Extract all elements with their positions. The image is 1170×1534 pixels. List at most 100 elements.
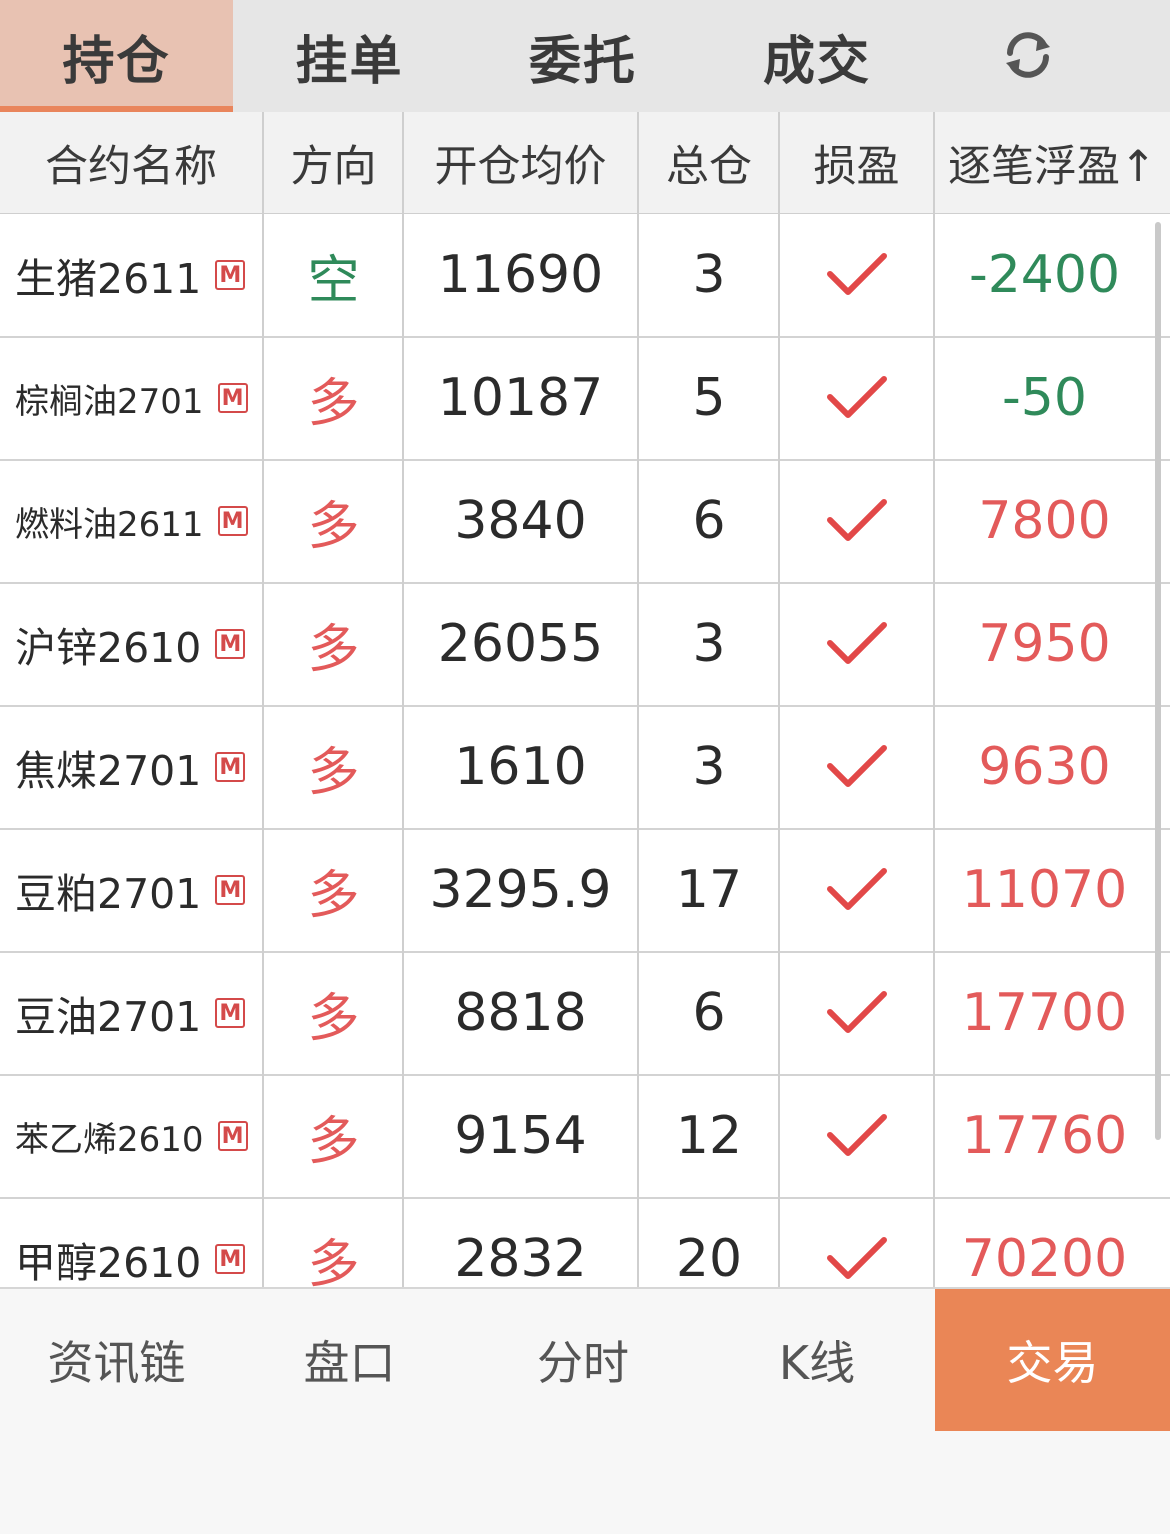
total-position: 5 — [692, 368, 726, 428]
table-row[interactable]: 苯乙烯2610 M 多 9154 12 17760 — [0, 1075, 1170, 1199]
contract-name: 生猪2611 M — [0, 214, 262, 336]
col-header-direction[interactable]: 方向 — [264, 112, 403, 213]
open-price: 8818 — [454, 983, 587, 1043]
positions-table-body[interactable]: 生猪2611 M 空 11690 3 -2400 棕榈油2701 M 多 10187 5 -50 燃料油… — [0, 214, 1170, 1287]
tab-positions[interactable]: 持仓 — [0, 0, 233, 112]
tab-orders[interactable]: 委托 — [466, 0, 700, 112]
table-row[interactable]: 豆油2701 M 多 8818 6 17700 — [0, 952, 1170, 1076]
direction: 多 — [307, 865, 360, 926]
nav-kline[interactable]: K线 — [700, 1289, 934, 1431]
nav-trade[interactable]: 交易 — [935, 1289, 1170, 1431]
open-price: 1610 — [454, 737, 587, 797]
table-row[interactable]: 燃料油2611 M 多 3840 6 7800 — [0, 460, 1170, 584]
stop-pnl-check[interactable] — [780, 1198, 933, 1287]
table-row[interactable]: 焦煤2701 M 多 1610 3 9630 — [0, 706, 1170, 830]
refresh-button[interactable] — [990, 22, 1066, 88]
open-price: 10187 — [437, 368, 604, 428]
tab-pending-orders[interactable]: 挂单 — [233, 0, 466, 112]
float-pnl: 17700 — [961, 983, 1128, 1043]
m-badge-icon: M — [217, 506, 248, 536]
table-row[interactable]: 沪锌2610 M 多 26055 3 7950 — [0, 583, 1170, 707]
tab-fills[interactable]: 成交 — [700, 0, 934, 112]
refresh-icon — [1006, 32, 1050, 78]
direction: 多 — [307, 619, 360, 680]
contract-name-text: 燃料油2611 — [15, 504, 204, 545]
open-price: 2832 — [454, 1229, 587, 1287]
col-header-open-price[interactable]: 开仓均价 — [404, 112, 637, 213]
nav-time-share[interactable]: 分时 — [466, 1289, 700, 1431]
float-pnl: -2400 — [968, 245, 1121, 305]
m-badge-icon: M — [217, 383, 248, 413]
float-pnl: 9630 — [978, 737, 1111, 797]
stop-pnl-check[interactable] — [780, 460, 933, 582]
float-pnl: -50 — [1002, 368, 1087, 428]
total-position: 17 — [675, 860, 743, 920]
m-badge-icon: M — [215, 752, 246, 782]
contract-name: 沪锌2610 M — [0, 583, 262, 705]
contract-name: 燃料油2611 M — [0, 460, 262, 582]
check-icon — [826, 376, 887, 418]
contract-name-text: 沪锌2610 — [15, 624, 202, 672]
nav-order-book[interactable]: 盘口 — [233, 1289, 466, 1431]
direction: 多 — [307, 373, 360, 434]
contract-name-text: 豆粕2701 — [15, 870, 202, 918]
direction: 多 — [307, 742, 360, 803]
nav-info-chain[interactable]: 资讯链 — [0, 1289, 233, 1431]
check-icon — [826, 868, 887, 910]
open-price: 3295.9 — [429, 860, 612, 920]
check-icon — [826, 499, 887, 541]
total-position: 12 — [675, 1106, 743, 1166]
contract-name-text: 生猪2611 — [15, 255, 202, 303]
contract-name-text: 焦煤2701 — [15, 747, 202, 795]
stop-pnl-check[interactable] — [780, 214, 933, 336]
col-header-contract[interactable]: 合约名称 — [0, 112, 262, 213]
positions-table-header: 合约名称 方向 开仓均价 总仓 损盈 逐笔浮盈↑ — [0, 112, 1170, 215]
table-row[interactable]: 豆粕2701 M 多 3295.9 17 11070 — [0, 829, 1170, 953]
open-price: 9154 — [454, 1106, 587, 1166]
m-badge-icon: M — [215, 1244, 246, 1274]
column-divider — [637, 112, 639, 1287]
contract-name: 甲醇2610 M — [0, 1198, 262, 1287]
check-icon — [826, 253, 887, 295]
direction: 空 — [307, 250, 360, 311]
total-position: 6 — [692, 491, 726, 551]
m-badge-icon: M — [217, 1121, 248, 1151]
contract-name-text: 豆油2701 — [15, 993, 202, 1041]
contract-name: 豆粕2701 M — [0, 829, 262, 951]
stop-pnl-check[interactable] — [780, 952, 933, 1074]
contract-name-text: 甲醇2610 — [15, 1239, 202, 1287]
stop-pnl-check[interactable] — [780, 1075, 933, 1197]
open-price: 26055 — [437, 614, 604, 674]
stop-pnl-check[interactable] — [780, 706, 933, 828]
open-price: 11690 — [437, 245, 604, 305]
total-position: 3 — [692, 737, 726, 797]
direction: 多 — [307, 1111, 360, 1172]
contract-name: 苯乙烯2610 M — [0, 1075, 262, 1197]
table-row[interactable]: 棕榈油2701 M 多 10187 5 -50 — [0, 337, 1170, 461]
column-divider — [933, 112, 935, 1287]
float-pnl: 70200 — [961, 1229, 1128, 1287]
check-icon — [826, 622, 887, 664]
table-row[interactable]: 生猪2611 M 空 11690 3 -2400 — [0, 214, 1170, 338]
direction: 多 — [307, 988, 360, 1049]
contract-name: 焦煤2701 M — [0, 706, 262, 828]
total-position: 6 — [692, 983, 726, 1043]
stop-pnl-check[interactable] — [780, 829, 933, 951]
column-divider — [778, 112, 780, 1287]
total-position: 3 — [692, 245, 726, 305]
table-scrollbar[interactable] — [1155, 222, 1161, 1140]
position-tabs: 持仓 挂单 委托 成交 — [0, 0, 1170, 112]
open-price: 3840 — [454, 491, 587, 551]
col-header-stop-pnl[interactable]: 损盈 — [780, 112, 933, 213]
table-row[interactable]: 甲醇2610 M 多 2832 20 70200 — [0, 1198, 1170, 1287]
col-header-total[interactable]: 总仓 — [639, 112, 779, 213]
m-badge-icon: M — [215, 875, 246, 905]
direction: 多 — [307, 1234, 360, 1288]
contract-name-text: 苯乙烯2610 — [15, 1119, 204, 1160]
contract-name: 棕榈油2701 M — [0, 337, 262, 459]
stop-pnl-check[interactable] — [780, 583, 933, 705]
check-icon — [826, 1237, 887, 1279]
stop-pnl-check[interactable] — [780, 337, 933, 459]
m-badge-icon: M — [215, 260, 246, 290]
col-header-float-pnl[interactable]: 逐笔浮盈↑ — [934, 112, 1170, 213]
